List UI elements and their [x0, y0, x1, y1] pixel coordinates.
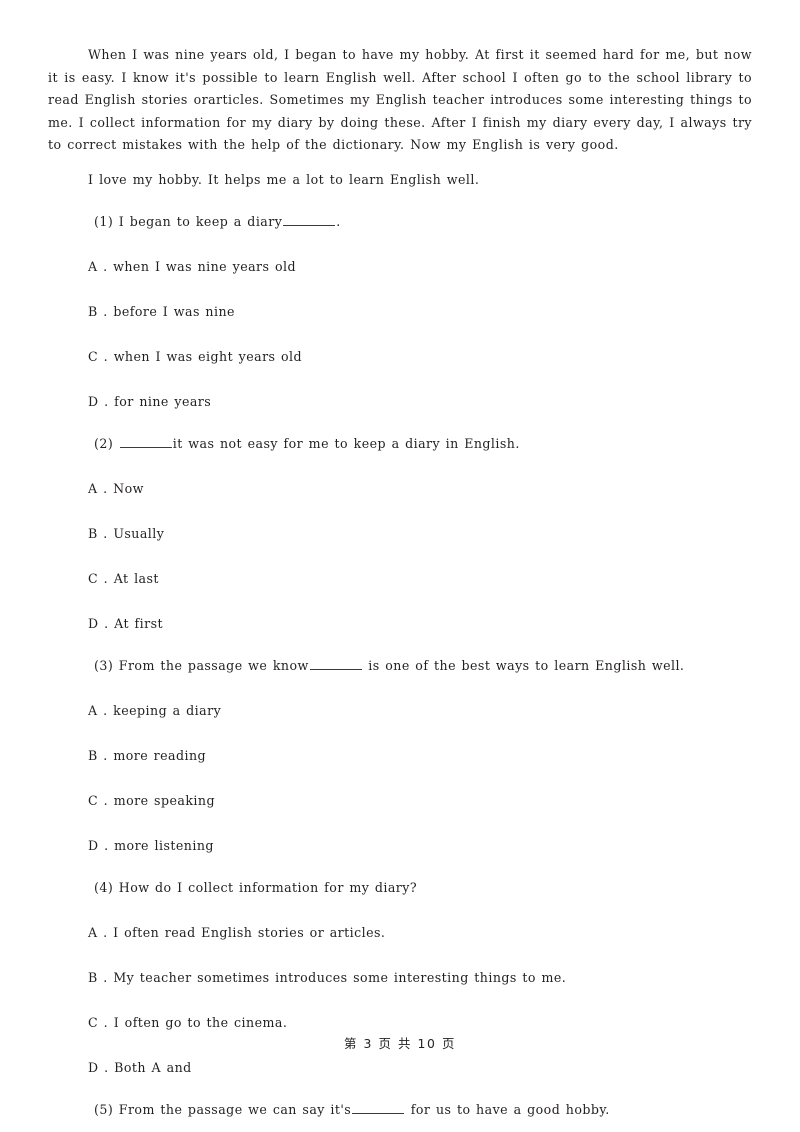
question-text-before-blank: From the passage we can say it's	[118, 1102, 352, 1117]
option-letter: A	[88, 481, 98, 496]
option-letter: C	[88, 571, 99, 586]
option-text: My teacher sometimes introduces some int…	[113, 970, 567, 985]
option-separator: .	[103, 481, 108, 496]
question-block: (5) From the passage we can say it's for…	[48, 1099, 752, 1132]
option-text: more speaking	[113, 793, 215, 808]
option-letter: D	[88, 616, 99, 631]
option-letter: B	[88, 526, 98, 541]
question-text-before-blank: I began to keep a diary	[118, 214, 283, 229]
option-separator: .	[103, 304, 108, 319]
question-option[interactable]: A . keeping a diary	[48, 700, 752, 722]
question-option[interactable]: B . before I was nine	[48, 301, 752, 323]
question-number: (5)	[94, 1102, 114, 1117]
option-separator: .	[103, 748, 108, 763]
question-block: (2) it was not easy for me to keep a dia…	[48, 433, 752, 635]
option-letter: A	[88, 259, 98, 274]
option-text: keeping a diary	[113, 703, 222, 718]
question-text-after-blank: for us to have a good hobby.	[405, 1102, 610, 1117]
option-letter: B	[88, 970, 98, 985]
page-content: When I was nine years old, I began to ha…	[48, 44, 752, 1132]
question-block: (3) From the passage we know is one of t…	[48, 655, 752, 857]
question-text-before-blank: How do I collect information for my diar…	[118, 880, 418, 895]
option-text: I often go to the cinema.	[113, 1015, 288, 1030]
option-letter: C	[88, 1015, 99, 1030]
option-separator: .	[103, 925, 108, 940]
option-letter: A	[88, 703, 98, 718]
option-separator: .	[103, 793, 109, 808]
question-option[interactable]: B . My teacher sometimes introduces some…	[48, 967, 752, 989]
option-text: Both A and	[114, 1060, 192, 1075]
question-block: (1) I began to keep a diary. A . when I w…	[48, 211, 752, 413]
option-separator: .	[104, 1060, 109, 1075]
document-page: When I was nine years old, I began to ha…	[0, 0, 800, 1132]
option-separator: .	[103, 1015, 109, 1030]
question-option[interactable]: C . I often go to the cinema.	[48, 1012, 752, 1034]
question-number: (4)	[94, 880, 114, 895]
question-option[interactable]: D . Both A and	[48, 1057, 752, 1079]
option-separator: .	[103, 259, 108, 274]
option-text: more reading	[113, 748, 207, 763]
question-text-after-blank: is one of the best ways to learn English…	[362, 658, 685, 673]
passage-paragraph-2: I love my hobby. It helps me a lot to le…	[88, 171, 480, 187]
question-text-before-blank: From the passage we know	[118, 658, 309, 673]
option-letter: D	[88, 394, 99, 409]
question-option[interactable]: C . more speaking	[48, 790, 752, 812]
option-separator: .	[103, 571, 109, 586]
page-footer: 第 3 页 共 10 页	[343, 1036, 457, 1051]
question-option[interactable]: A . when I was nine years old	[48, 256, 752, 278]
question-option[interactable]: D . for nine years	[48, 391, 752, 413]
question-option[interactable]: B . more reading	[48, 745, 752, 767]
question-stem: (4) How do I collect information for my …	[48, 877, 752, 899]
option-separator: .	[103, 970, 108, 985]
option-text: for nine years	[114, 394, 212, 409]
option-letter: D	[88, 1060, 99, 1075]
option-letter: D	[88, 838, 99, 853]
passage-paragraph-1: When I was nine years old, I began to ha…	[48, 47, 752, 152]
option-letter: C	[88, 793, 99, 808]
option-letter: C	[88, 349, 99, 364]
option-letter: B	[88, 748, 98, 763]
question-option[interactable]: C . At last	[48, 568, 752, 590]
option-text: more listening	[114, 838, 214, 853]
option-letter: B	[88, 304, 98, 319]
question-option[interactable]: A . I often read English stories or arti…	[48, 922, 752, 944]
question-stem: (1) I began to keep a diary.	[48, 211, 752, 233]
answer-blank[interactable]	[309, 657, 362, 670]
question-text-after-blank: .	[336, 214, 341, 229]
option-text: At first	[114, 616, 164, 631]
option-letter: A	[88, 925, 98, 940]
question-number: (1)	[94, 214, 114, 229]
option-separator: .	[104, 394, 109, 409]
answer-blank[interactable]	[119, 435, 172, 448]
option-text: when I was nine years old	[113, 259, 297, 274]
question-number: (3)	[94, 658, 114, 673]
option-text: I often read English stories or articles…	[113, 925, 386, 940]
option-text: Usually	[113, 526, 165, 541]
option-separator: .	[103, 349, 109, 364]
option-text: before I was nine	[113, 304, 235, 319]
option-separator: .	[104, 616, 109, 631]
question-option[interactable]: B . Usually	[48, 523, 752, 545]
question-option[interactable]: D . At first	[48, 613, 752, 635]
question-stem: (3) From the passage we know is one of t…	[48, 655, 752, 677]
question-list: (1) I began to keep a diary. A . when I w…	[48, 211, 752, 1132]
option-separator: .	[103, 703, 108, 718]
option-text: At last	[113, 571, 159, 586]
option-separator: .	[104, 838, 109, 853]
answer-blank[interactable]	[283, 213, 336, 226]
question-number: (2)	[94, 436, 114, 451]
question-text-after-blank: it was not easy for me to keep a diary i…	[172, 436, 520, 451]
question-stem: (5) From the passage we can say it's for…	[48, 1099, 752, 1121]
answer-blank[interactable]	[352, 1101, 405, 1114]
option-text: when I was eight years old	[113, 349, 303, 364]
question-option[interactable]: C . when I was eight years old	[48, 346, 752, 368]
question-option[interactable]: D . more listening	[48, 835, 752, 857]
question-stem: (2) it was not easy for me to keep a dia…	[48, 433, 752, 455]
question-option[interactable]: A . Now	[48, 478, 752, 500]
option-text: Now	[113, 481, 144, 496]
option-separator: .	[103, 526, 108, 541]
